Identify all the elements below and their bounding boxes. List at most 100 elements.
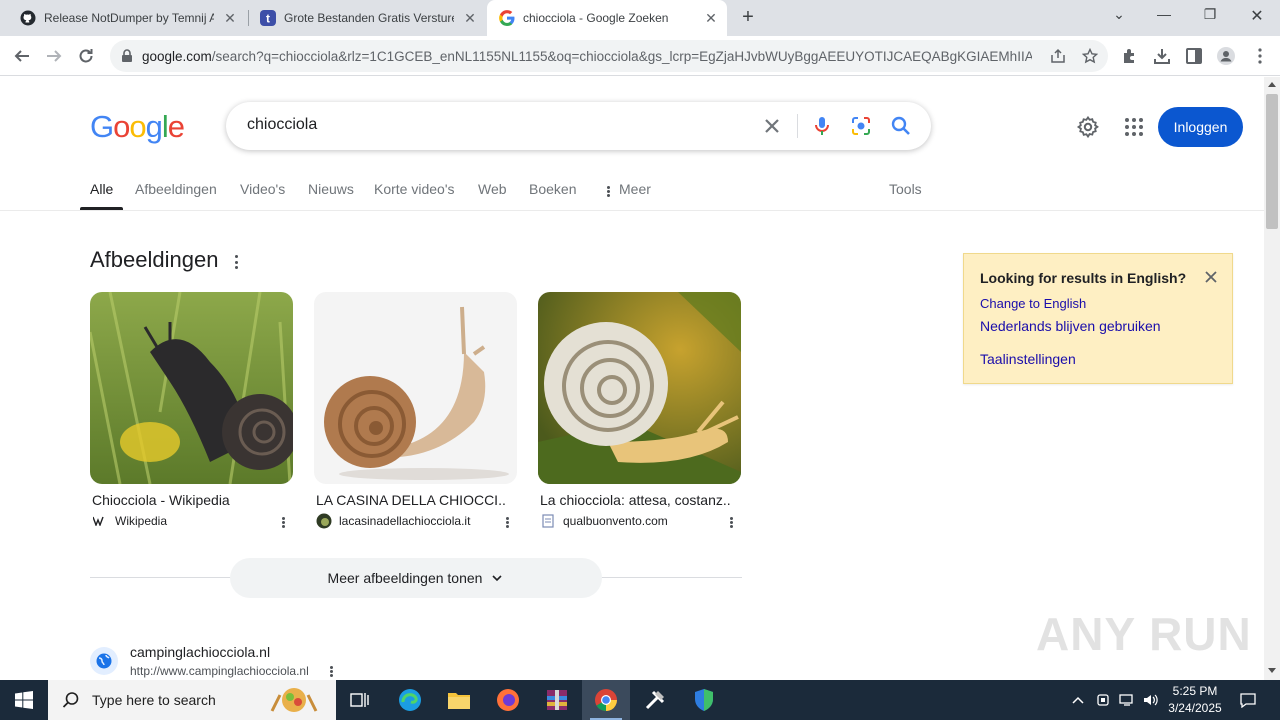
result-site-name[interactable]: campinglachiocciola.nl <box>130 644 270 660</box>
microphone-icon[interactable] <box>810 114 834 138</box>
winrar-app[interactable] <box>533 680 581 720</box>
settings-gear-icon[interactable] <box>1076 115 1100 139</box>
tab-images[interactable]: Afbeeldingen <box>135 181 217 197</box>
tab-books[interactable]: Boeken <box>529 181 576 197</box>
more-images-button[interactable]: Meer afbeeldingen tonen <box>230 558 602 598</box>
close-tab-icon[interactable]: ✕ <box>462 10 478 26</box>
task-view-button[interactable] <box>336 680 384 720</box>
result-options-icon[interactable] <box>329 666 333 677</box>
tab-short-videos[interactable]: Korte video's <box>374 181 455 197</box>
extensions-puzzle-icon[interactable] <box>1120 46 1140 66</box>
taskbar-search-box[interactable]: Type here to search <box>48 680 336 720</box>
image-card-title[interactable]: La chiocciola: attesa, costanz... <box>540 492 730 508</box>
close-icon[interactable] <box>1202 268 1220 286</box>
restore-icon[interactable]: ❐ <box>1198 6 1222 26</box>
security-app[interactable] <box>680 680 728 720</box>
clear-icon[interactable] <box>760 114 784 138</box>
snail-photo-1[interactable] <box>90 292 293 484</box>
tools-button[interactable]: Tools <box>889 181 922 197</box>
keep-dutch-link[interactable]: Nederlands blijven gebruiken <box>980 318 1161 334</box>
tab-grote-bestanden[interactable]: t Grote Bestanden Gratis Versturen ✕ <box>248 0 486 36</box>
address-bar[interactable]: google.com/search?q=chiocciola&rlz=1C1GC… <box>110 40 1108 72</box>
network-icon[interactable] <box>1117 690 1137 710</box>
lens-camera-icon[interactable] <box>849 114 873 138</box>
scroll-up-icon[interactable] <box>1268 82 1276 87</box>
page-scrollbar[interactable] <box>1264 77 1280 680</box>
forward-button[interactable] <box>42 44 66 68</box>
change-to-english-link[interactable]: Change to English <box>980 296 1086 311</box>
side-panel-icon[interactable] <box>1184 46 1204 66</box>
snail-photo-3[interactable] <box>538 292 741 484</box>
card-options-icon[interactable] <box>505 517 509 528</box>
taskbar-search-placeholder: Type here to search <box>92 692 216 708</box>
bookmark-star-icon[interactable] <box>1082 48 1098 64</box>
show-hidden-icons-chevron-icon[interactable] <box>1068 690 1088 710</box>
image-card-wikipedia[interactable]: Chiocciola - Wikipedia Wikipedia <box>90 292 293 529</box>
chrome-app[interactable] <box>582 680 630 720</box>
notifications-icon[interactable] <box>1238 690 1258 710</box>
tab-more[interactable]: Meer <box>619 181 651 197</box>
close-window-icon[interactable]: ✕ <box>1245 6 1269 26</box>
images-options-icon[interactable] <box>234 255 238 269</box>
image-card-source[interactable]: qualbuonvento.com <box>540 513 741 529</box>
file-explorer-app[interactable] <box>435 680 483 720</box>
scroll-down-icon[interactable] <box>1268 668 1276 673</box>
image-card-title[interactable]: LA CASINA DELLA CHIOCCI... <box>316 492 506 508</box>
device-icon[interactable] <box>1093 690 1113 710</box>
tab-videos[interactable]: Video's <box>240 181 285 197</box>
card-options-icon[interactable] <box>281 517 285 528</box>
close-tab-icon[interactable]: ✕ <box>703 10 719 26</box>
url-text[interactable]: google.com/search?q=chiocciola&rlz=1C1GC… <box>142 49 1032 64</box>
image-card-source[interactable]: lacasinadellachiocciola.it <box>316 513 517 529</box>
download-icon[interactable] <box>1152 46 1172 66</box>
share-icon[interactable] <box>1050 48 1066 64</box>
language-settings-link[interactable]: Taalinstellingen <box>980 351 1076 367</box>
firefox-app[interactable] <box>484 680 532 720</box>
image-card-title[interactable]: Chiocciola - Wikipedia <box>92 492 282 508</box>
card-options-icon[interactable] <box>729 517 733 528</box>
minimize-icon[interactable]: — <box>1152 6 1176 26</box>
search-icon[interactable] <box>889 114 913 138</box>
folder-icon <box>448 693 470 709</box>
edge-app[interactable] <box>386 680 434 720</box>
tab-search-chevron-icon[interactable]: ⌄ <box>1107 6 1131 26</box>
scrollbar-thumb[interactable] <box>1266 94 1278 229</box>
google-icon <box>499 10 515 26</box>
image-card-qualbuonvento[interactable]: La chiocciola: attesa, costanz... qualbu… <box>538 292 741 529</box>
edge-icon <box>399 689 421 711</box>
tab-github-release[interactable]: Release NotDumper by Temnij A ✕ <box>8 0 246 36</box>
close-tab-icon[interactable]: ✕ <box>222 10 238 26</box>
system-clock[interactable]: 5:25 PM 3/24/2025 <box>1160 683 1230 717</box>
tab-news[interactable]: Nieuws <box>308 181 354 197</box>
image-card-source[interactable]: Wikipedia <box>92 513 293 529</box>
reload-button[interactable] <box>74 44 98 68</box>
signin-button[interactable]: Inloggen <box>1158 107 1243 147</box>
browser-toolbar: google.com/search?q=chiocciola&rlz=1C1GC… <box>0 36 1280 76</box>
apps-grid-icon[interactable] <box>1122 115 1146 139</box>
image-card-casina[interactable]: LA CASINA DELLA CHIOCCI... lacasinadella… <box>314 292 517 529</box>
profile-avatar-icon[interactable] <box>1216 46 1236 66</box>
result-url[interactable]: http://www.campinglachiocciola.nl <box>130 664 309 678</box>
tab-google-search[interactable]: chiocciola - Google Zoeken ✕ <box>487 0 727 36</box>
source-name: lacasinadellachiocciola.it <box>339 514 471 528</box>
tab-web[interactable]: Web <box>478 181 507 197</box>
more-images-label: Meer afbeeldingen tonen <box>327 570 483 586</box>
site-icon <box>540 513 556 529</box>
wikipedia-icon <box>92 513 108 529</box>
search-highlight-image-icon <box>270 688 318 712</box>
search-input[interactable]: chiocciola <box>247 116 317 134</box>
start-button[interactable] <box>0 680 48 720</box>
snail-photo-2[interactable] <box>314 292 517 484</box>
reload-icon <box>79 49 93 63</box>
volume-icon[interactable] <box>1141 690 1161 710</box>
svg-text:t: t <box>266 12 270 26</box>
google-logo[interactable]: Google <box>90 109 185 145</box>
tab-all[interactable]: Alle <box>90 181 113 197</box>
tools-app[interactable] <box>631 680 679 720</box>
site-icon <box>316 513 332 529</box>
back-button[interactable] <box>10 44 34 68</box>
search-box[interactable]: chiocciola <box>226 102 931 150</box>
lock-icon[interactable] <box>120 49 134 63</box>
menu-kebab-icon[interactable] <box>1250 46 1270 66</box>
new-tab-button[interactable]: + <box>738 7 758 27</box>
